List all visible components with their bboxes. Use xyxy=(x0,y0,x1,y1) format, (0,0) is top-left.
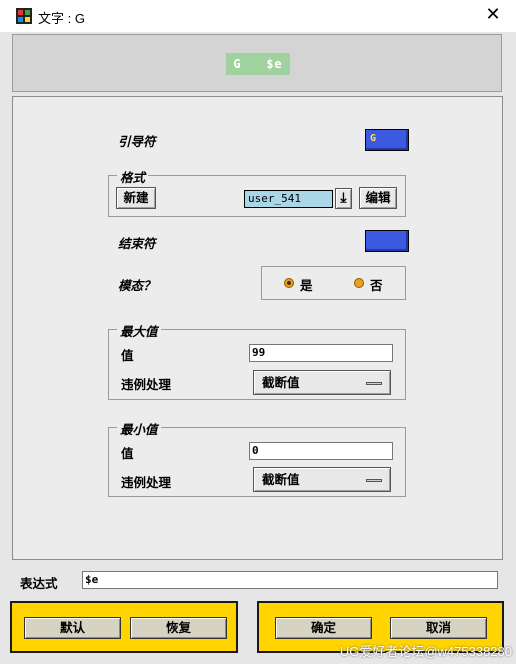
window-title: 文字 : G xyxy=(38,11,85,26)
leader-color-swatch[interactable]: G xyxy=(365,129,409,151)
preview-area: G $e xyxy=(12,34,502,92)
modal-label: 模态？ xyxy=(118,278,156,293)
min-group: 最小值 值 0 违例处理 截断值 xyxy=(108,419,406,497)
max-value-field[interactable]: 99 xyxy=(249,344,393,362)
option-menu-icon xyxy=(366,479,382,482)
min-violation-label: 违例处理 xyxy=(121,475,172,490)
min-value-label: 值 xyxy=(121,446,134,461)
modal-yes-label: 是 xyxy=(300,278,313,293)
settings-panel: 引导符 G 格式 新建 user_541 ⤓ 编辑 结束符 模态？ 是 否 最大… xyxy=(12,96,503,560)
restore-button[interactable]: 恢复 xyxy=(130,617,227,639)
leader-swatch-text: G xyxy=(370,133,377,144)
min-value-field[interactable]: 0 xyxy=(249,442,393,460)
title-bar: 文字 : G ✕ xyxy=(0,0,516,32)
format-group-title: 格式 xyxy=(117,167,149,186)
min-violation-option-menu[interactable]: 截断值 xyxy=(253,467,391,492)
new-button[interactable]: 新建 xyxy=(116,187,156,209)
default-button[interactable]: 默认 xyxy=(24,617,121,639)
format-value-field[interactable]: user_541 xyxy=(244,190,333,208)
close-icon[interactable]: ✕ xyxy=(482,4,504,26)
terminator-color-swatch[interactable] xyxy=(365,230,409,252)
preview-text: G $e xyxy=(226,53,290,75)
format-group: 格式 新建 user_541 ⤓ 编辑 xyxy=(108,167,406,217)
max-violation-label: 违例处理 xyxy=(121,377,172,392)
leader-label: 引导符 xyxy=(118,134,156,149)
modal-no-label: 否 xyxy=(370,278,383,293)
max-violation-option-menu[interactable]: 截断值 xyxy=(253,370,391,395)
cancel-button[interactable]: 取消 xyxy=(390,617,487,639)
min-violation-value: 截断值 xyxy=(262,472,300,487)
modal-options: 是 否 xyxy=(261,266,406,300)
modal-no-radio[interactable] xyxy=(354,278,364,288)
left-button-box: 默认 恢复 xyxy=(10,601,238,653)
watermark: UG爱好者论坛@w475338280 xyxy=(339,644,512,659)
expression-label: 表达式 xyxy=(20,576,58,591)
expression-field[interactable]: $e xyxy=(82,571,498,589)
max-group: 最大值 值 99 违例处理 截断值 xyxy=(108,321,406,400)
option-menu-icon xyxy=(366,382,382,385)
modal-yes-radio[interactable] xyxy=(284,278,294,288)
terminator-label: 结束符 xyxy=(118,236,156,251)
max-group-title: 最大值 xyxy=(117,321,161,340)
app-icon xyxy=(16,8,32,24)
edit-button[interactable]: 编辑 xyxy=(359,187,397,209)
max-violation-value: 截断值 xyxy=(262,375,300,390)
download-icon[interactable]: ⤓ xyxy=(335,188,352,209)
min-group-title: 最小值 xyxy=(117,419,161,438)
text-dialog: 文字 : G ✕ G $e 引导符 G 格式 新建 user_541 ⤓ 编辑 … xyxy=(0,0,516,664)
max-value-label: 值 xyxy=(121,348,134,363)
ok-button[interactable]: 确定 xyxy=(275,617,372,639)
